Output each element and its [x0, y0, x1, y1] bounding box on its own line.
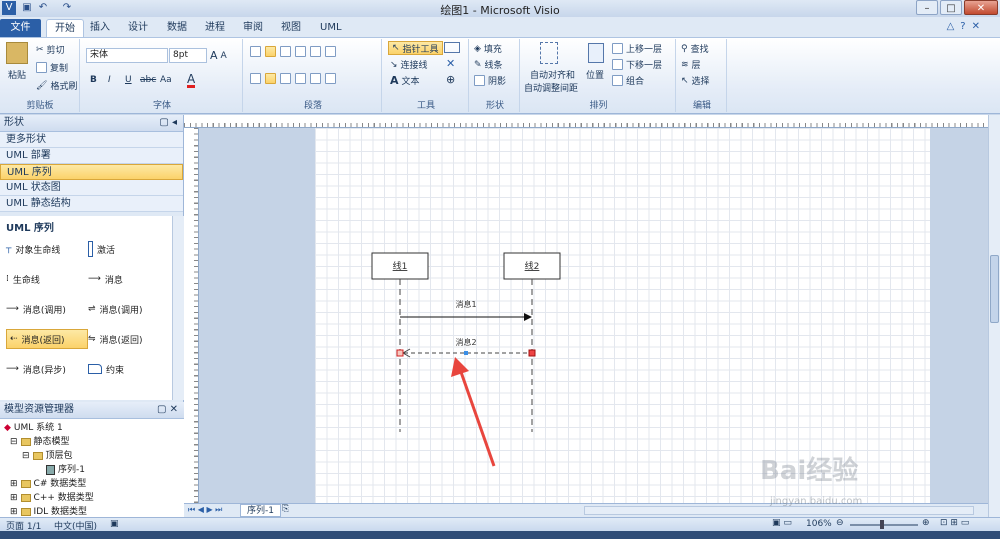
message-2-start-handle[interactable]: [396, 349, 404, 357]
status-bar: 页面 1/1 中文(中国) ▣ ▣ ▭ 106% ⊖ ⊕ ⊡ ⊞ ▭: [0, 517, 1000, 532]
insert-page-icon[interactable]: ⎘: [282, 504, 289, 514]
vertical-scrollbar[interactable]: [988, 115, 1000, 517]
lifeline-1-label: 线1: [393, 260, 408, 272]
macro-icon[interactable]: ▣: [110, 519, 119, 529]
message-1-arrowhead: [524, 313, 532, 321]
taskbar: [0, 531, 1000, 539]
zoom-slider-thumb[interactable]: [880, 520, 884, 529]
watermark-url: jingyan.baidu.com: [770, 496, 863, 507]
red-arrow-shaft: [459, 371, 496, 467]
zoom-out-icon[interactable]: ⊖: [836, 518, 844, 528]
page-nav-icons[interactable]: ⏮ ◀ ▶ ⏭: [188, 505, 222, 515]
message-2-label: 消息2: [455, 337, 476, 347]
zoom-in-icon[interactable]: ⊕: [922, 518, 930, 528]
page-tab-sequence-1[interactable]: 序列-1: [240, 504, 281, 517]
page-tabs-bar: ⏮ ◀ ▶ ⏭ 序列-1 ⎘: [184, 503, 988, 517]
horizontal-scrollbar[interactable]: [584, 506, 974, 515]
vertical-scroll-thumb[interactable]: [990, 255, 999, 323]
zoom-level[interactable]: 106%: [806, 519, 832, 529]
zoom-slider[interactable]: [850, 524, 918, 526]
baidu-watermark: Bai经验: [760, 456, 859, 486]
lifeline-2-label: 线2: [525, 260, 540, 272]
message-1-label: 消息1: [455, 299, 476, 309]
red-arrow-head: [451, 357, 469, 377]
view-mode-icons[interactable]: ▣ ▭: [772, 518, 792, 528]
message-2-text-handle[interactable]: [464, 351, 468, 355]
fit-page-icon[interactable]: ⊡ ⊞ ▭: [940, 518, 969, 528]
message-2-end-handle[interactable]: [528, 349, 536, 357]
